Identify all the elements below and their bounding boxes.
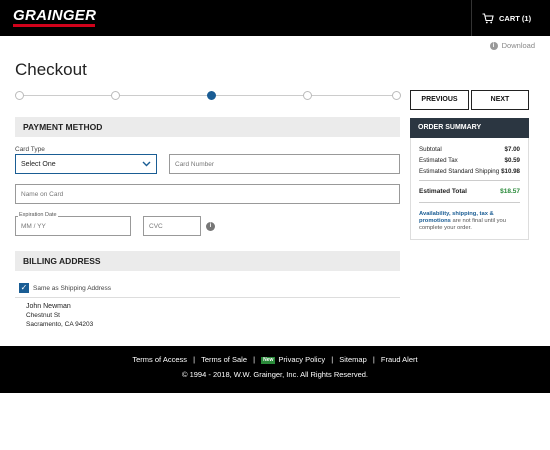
same-as-shipping-label[interactable]: Same as Shipping Address <box>33 285 111 292</box>
summary-value: $7.00 <box>504 146 520 153</box>
footer-links: Terms of Access | Terms of Sale | New Pri… <box>0 355 550 364</box>
summary-row-tax: Estimated Tax $0.59 <box>419 157 520 164</box>
chevron-down-icon <box>142 161 151 167</box>
footer-link-sitemap[interactable]: Sitemap <box>339 355 367 364</box>
step-1 <box>15 91 24 100</box>
summary-label: Estimated Standard Shipping <box>419 168 500 175</box>
name-on-card-input[interactable]: Name on Card <box>15 184 400 204</box>
step-4 <box>303 91 312 100</box>
footer-separator: | <box>331 355 334 364</box>
footer-link-fraud-alert[interactable]: Fraud Alert <box>381 355 418 364</box>
footer-separator: | <box>253 355 256 364</box>
order-summary-panel: Subtotal $7.00 Estimated Tax $0.59 Estim… <box>410 138 529 240</box>
top-bar: GRAINGER CART (1) <box>0 0 550 36</box>
summary-divider <box>419 202 520 203</box>
new-badge: New <box>261 356 276 364</box>
card-number-input[interactable]: Card Number <box>169 154 400 174</box>
summary-value: $0.59 <box>504 157 520 164</box>
download-label: Download <box>501 41 535 50</box>
summary-row-total: Estimated Total $18.57 <box>419 188 520 195</box>
order-summary-heading: ORDER SUMMARY <box>410 118 529 138</box>
copyright: © 1994 - 2018, W.W. Grainger, Inc. All R… <box>181 370 369 379</box>
step-3-current <box>207 91 216 100</box>
logo-underline <box>13 24 95 27</box>
billing-street: Chestnut St <box>26 312 60 319</box>
billing-address-heading: BILLING ADDRESS <box>15 251 400 271</box>
footer-separator: | <box>372 355 375 364</box>
billing-city: Sacramento, CA 94203 <box>26 321 94 328</box>
footer-separator: | <box>193 355 196 364</box>
grainger-logo[interactable]: GRAINGER <box>13 8 96 27</box>
cart-label: CART (1) <box>499 13 532 23</box>
summary-value: $10.98 <box>501 168 520 175</box>
info-icon: i <box>489 41 498 50</box>
expiration-date-label: Expiration Date <box>18 212 58 218</box>
footer-link-terms-of-sale[interactable]: Terms of Sale <box>201 355 247 364</box>
card-type-label: Card Type <box>15 146 45 153</box>
logo-text: GRAINGER <box>13 7 97 24</box>
card-type-value: Select One <box>21 160 56 168</box>
footer-link-privacy-policy[interactable]: Privacy Policy <box>278 355 325 364</box>
summary-label: Subtotal <box>419 146 442 153</box>
summary-row-shipping: Estimated Standard Shipping $10.98 <box>419 168 520 175</box>
expiration-date-input[interactable]: MM / YY <box>15 216 131 236</box>
billing-name: John Newman <box>26 303 71 310</box>
footer: Terms of Access | Terms of Sale | New Pri… <box>0 346 550 393</box>
same-as-shipping-checkbox[interactable]: ✓ <box>19 283 29 293</box>
card-number-placeholder: Card Number <box>175 160 215 168</box>
total-label: Estimated Total <box>419 188 467 195</box>
footer-link-terms-of-access[interactable]: Terms of Access <box>132 355 187 364</box>
summary-divider <box>419 180 520 181</box>
checkout-stepper <box>15 91 401 100</box>
billing-address-block: John Newman Chestnut St Sacramento, CA 9… <box>26 302 93 329</box>
cart-icon <box>482 12 494 23</box>
step-5 <box>392 91 401 100</box>
total-value: $18.57 <box>500 188 520 195</box>
previous-button[interactable]: PREVIOUS <box>410 90 469 110</box>
cvc-placeholder: CVC <box>149 222 163 230</box>
payment-method-heading: PAYMENT METHOD <box>15 117 400 137</box>
summary-label: Estimated Tax <box>419 157 458 164</box>
summary-note: Availability, shipping, tax & promotions… <box>419 211 522 232</box>
summary-row-subtotal: Subtotal $7.00 <box>419 146 520 153</box>
card-type-select[interactable]: Select One <box>15 154 157 174</box>
next-button[interactable]: NEXT <box>471 90 529 110</box>
page-title: Checkout <box>15 60 87 79</box>
expiration-placeholder: MM / YY <box>21 222 46 230</box>
download-link[interactable]: i Download <box>489 41 535 50</box>
cart-button[interactable]: CART (1) <box>471 0 550 36</box>
cvc-help-icon[interactable]: i <box>206 222 215 231</box>
step-2 <box>111 91 120 100</box>
cvc-input[interactable]: CVC <box>143 216 201 236</box>
name-on-card-placeholder: Name on Card <box>21 190 64 198</box>
billing-divider <box>15 297 400 298</box>
